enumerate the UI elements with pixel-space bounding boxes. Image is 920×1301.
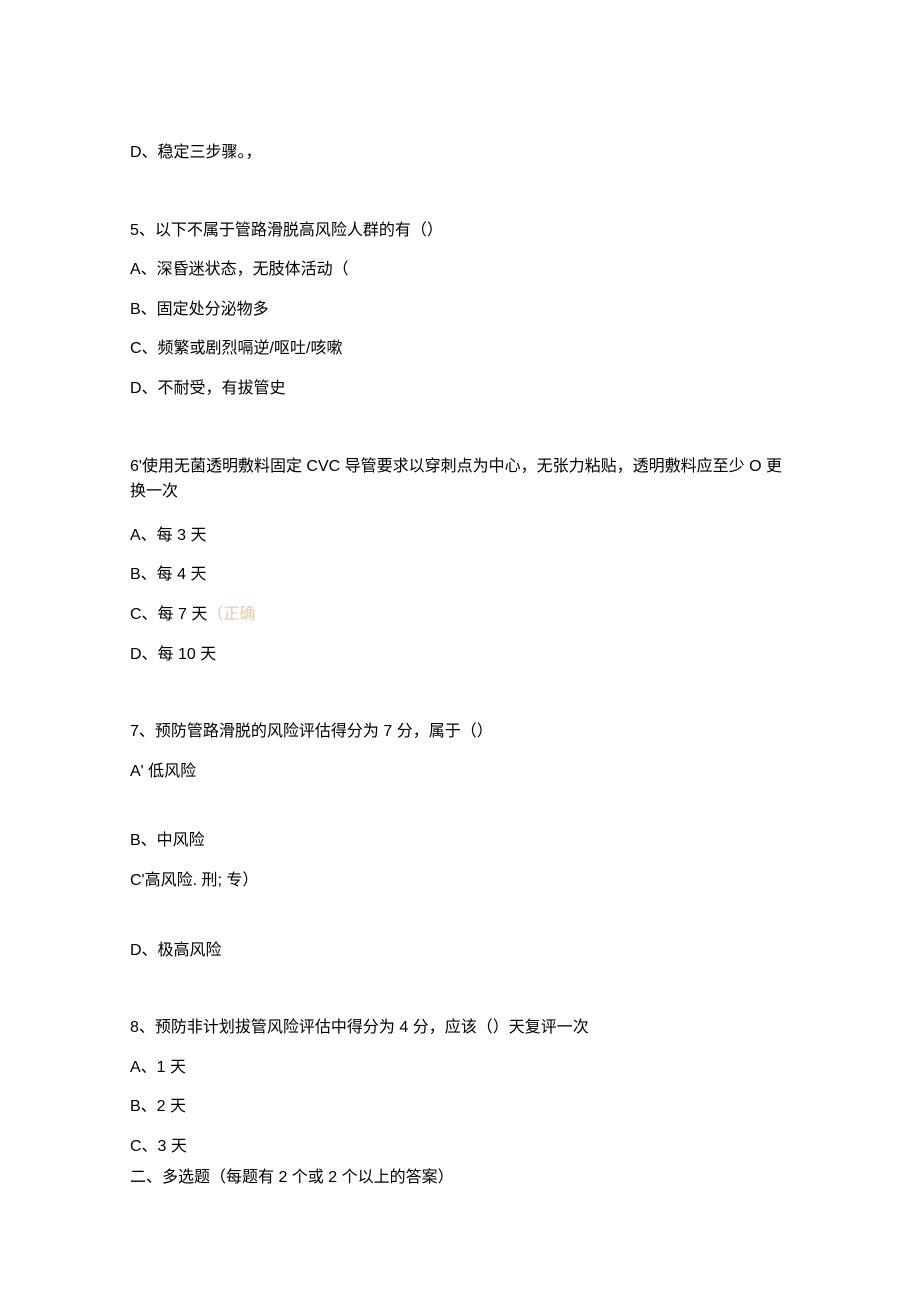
q8-option-b: B、2 天 bbox=[130, 1094, 790, 1120]
section-2-heading: 二、多选题（每题有 2 个或 2 个以上的答案） bbox=[130, 1165, 790, 1191]
q8-stem: 8、预防非计划拔管风险评估中得分为 4 分，应该（）天复评一次 bbox=[130, 1015, 790, 1041]
q7-option-b: B、中风险 bbox=[130, 828, 790, 854]
q8-option-a: A、1 天 bbox=[130, 1055, 790, 1081]
q5-option-d: D、不耐受，有拔管史 bbox=[130, 376, 790, 402]
q5-option-b: B、固定处分泌物多 bbox=[130, 297, 790, 323]
q6-option-c-text: C、每 7 天 bbox=[130, 606, 207, 623]
q6-option-b: B、每 4 天 bbox=[130, 562, 790, 588]
q7-option-c: C'高风险. 刑; 专） bbox=[130, 868, 790, 894]
q7-option-a: A' 低风险 bbox=[130, 759, 790, 785]
q6-option-c: C、每 7 天（正确 bbox=[130, 602, 790, 628]
q6-correct-mark: （正确 bbox=[207, 606, 255, 623]
q5-option-a: A、深昏迷状态，无肢体活动（ bbox=[130, 257, 790, 283]
q6-option-d: D、每 10 天 bbox=[130, 642, 790, 668]
q4-option-d: D、稳定三步骤。， bbox=[130, 140, 790, 166]
q6-stem: 6'使用无菌透明敷料固定 CVC 导管要求以穿刺点为中心，无张力粘贴，透明敷料应… bbox=[130, 454, 790, 505]
spacer bbox=[130, 977, 790, 1015]
q5-stem: 5、以下不属于管路滑脱高风险人群的有（） bbox=[130, 218, 790, 244]
q8-option-c: C、3 天 bbox=[130, 1134, 790, 1160]
spacer bbox=[130, 798, 790, 828]
spacer bbox=[130, 180, 790, 218]
spacer bbox=[130, 908, 790, 938]
spacer bbox=[130, 681, 790, 719]
q5-option-c: C、频繁或剧烈嗝逆/呕吐/咳嗽 bbox=[130, 336, 790, 362]
q6-option-a: A、每 3 天 bbox=[130, 523, 790, 549]
spacer bbox=[130, 416, 790, 454]
q7-stem: 7、预防管路滑脱的风险评估得分为 7 分，属于（） bbox=[130, 719, 790, 745]
q7-option-d: D、极高风险 bbox=[130, 938, 790, 964]
